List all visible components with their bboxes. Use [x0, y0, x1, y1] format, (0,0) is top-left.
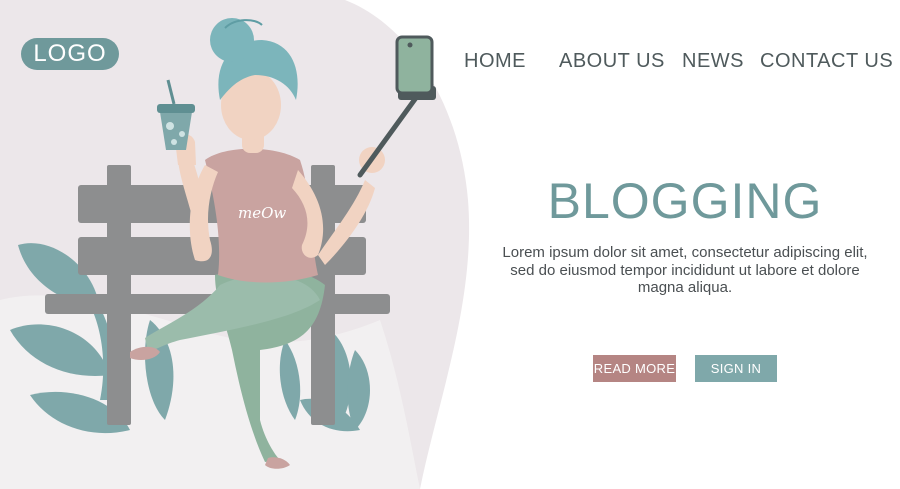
hero-description: Lorem ipsum dolor sit amet, consectetur …	[502, 244, 868, 296]
nav-contact-us[interactable]: CONTACT US	[760, 50, 893, 73]
hero-title: BLOGGING	[547, 173, 823, 229]
read-more-button[interactable]: READ MORE	[593, 355, 676, 382]
logo-button[interactable]: LOGO	[21, 38, 119, 70]
sign-in-button[interactable]: SIGN IN	[695, 355, 777, 382]
shirt-text: meOw	[238, 204, 286, 222]
nav-about-us[interactable]: ABOUT US	[559, 50, 665, 73]
nav-news[interactable]: NEWS	[682, 50, 744, 73]
nav-home[interactable]: HOME	[464, 50, 526, 73]
